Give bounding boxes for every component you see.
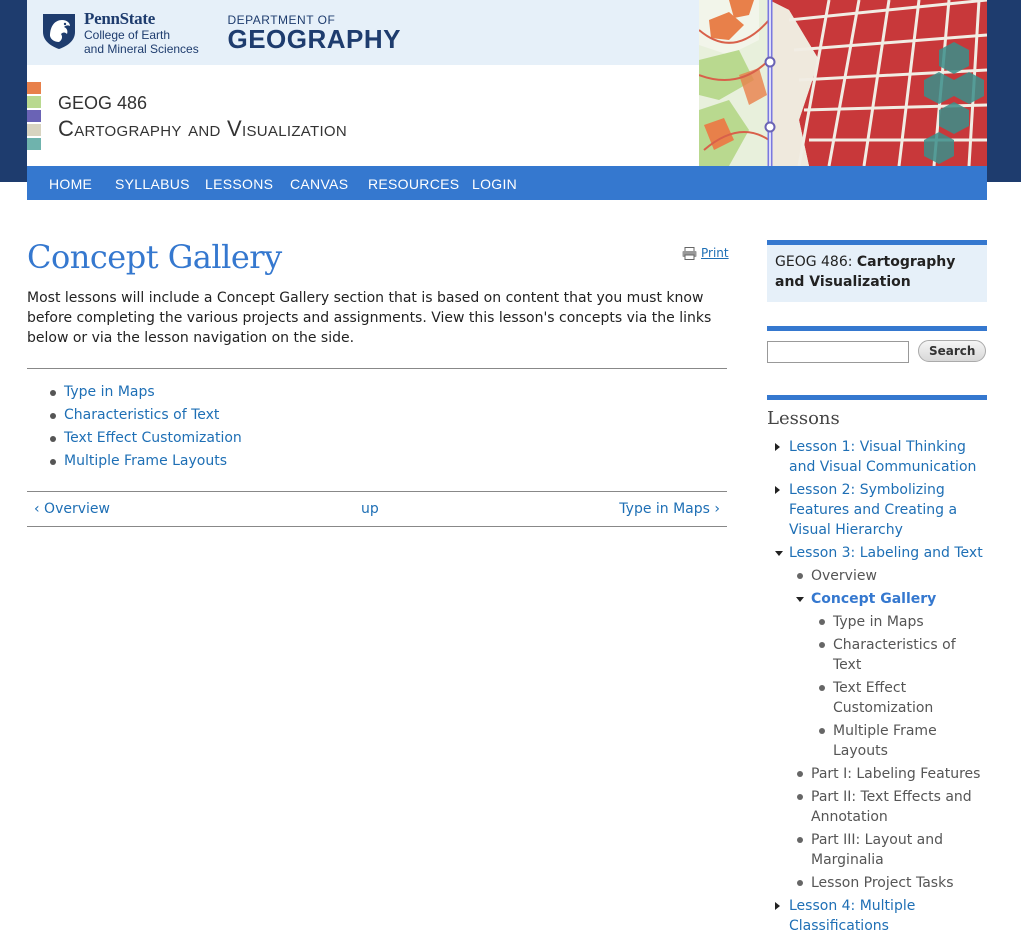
lessons-heading: Lessons — [767, 408, 840, 429]
lesson-item-3: Lesson 3: Labeling and Text Overview Con… — [767, 543, 987, 893]
sidebar-course-prefix: GEOG 486: — [775, 254, 857, 270]
swatch-teal — [27, 138, 41, 150]
list-item: Text Effect Customization — [49, 427, 727, 450]
lesson-3-part1-item: Part I: Labeling Features — [789, 764, 987, 784]
print-link[interactable]: Print — [682, 246, 729, 260]
lesson-3-part2-link[interactable]: Part II: Text Effects and Annotation — [811, 789, 972, 825]
concept-link-type-in-maps[interactable]: Type in Maps — [64, 384, 155, 400]
gallery-child-link-characteristics-of-text[interactable]: Characteristics of Text — [833, 637, 956, 673]
search-input[interactable] — [767, 341, 909, 363]
gallery-child-link-multiple-frame-layouts[interactable]: Multiple Frame Layouts — [833, 723, 937, 759]
lesson-3-part3-item: Part III: Layout and Marginalia — [789, 830, 987, 870]
sidebar-course-block: GEOG 486: Cartography and Visualization — [767, 240, 987, 302]
list-item: Characteristics of Text — [49, 404, 727, 427]
bullet-icon — [819, 619, 825, 625]
course-title: Cartography and Visualization — [58, 116, 348, 141]
search-button[interactable]: Search — [918, 340, 987, 362]
lesson-3-concept-gallery-item: Concept Gallery Type in Maps Characteris… — [789, 589, 987, 761]
sidebar: GEOG 486: Cartography and Visualization … — [767, 240, 987, 939]
gallery-child-item: Multiple Frame Layouts — [811, 721, 987, 761]
swatch-purple — [27, 110, 41, 122]
sidebar-lessons-block: Lessons Lesson 1: Visual Thinking and Vi… — [767, 395, 987, 936]
lesson-3-part3-link[interactable]: Part III: Layout and Marginalia — [811, 832, 943, 868]
lesson-navigation-tree: Lesson 1: Visual Thinking and Visual Com… — [767, 437, 987, 936]
concept-list: Type in Maps Characteristics of Text Tex… — [27, 381, 727, 473]
lesson-link-2[interactable]: Lesson 2: Symbolizing Features and Creat… — [789, 482, 957, 538]
swatch-orange — [27, 82, 41, 94]
gallery-child-item: Text Effect Customization — [811, 678, 987, 718]
concept-links-section: Type in Maps Characteristics of Text Tex… — [27, 368, 727, 473]
nav-login[interactable]: LOGIN — [472, 176, 517, 192]
bullet-icon — [797, 573, 803, 579]
gallery-child-item: Type in Maps — [811, 612, 987, 632]
college-name-line2: and Mineral Sciences — [84, 42, 199, 56]
site-header: PennState College of Earth and Mineral S… — [27, 0, 987, 166]
lesson-item-4: Lesson 4: Multiple Classifications — [767, 896, 987, 936]
lesson-3-children: Overview Concept Gallery Type in Maps Ch… — [789, 566, 987, 893]
lesson-3-concept-gallery-link[interactable]: Concept Gallery — [811, 591, 936, 607]
lesson-link-1[interactable]: Lesson 1: Visual Thinking and Visual Com… — [789, 439, 976, 475]
main-navigation: HOME SYLLABUS LESSONS CANVAS RESOURCES L… — [27, 166, 987, 200]
print-label: Print — [701, 246, 729, 260]
list-item: Type in Maps — [49, 381, 727, 404]
page-title: Concept Gallery — [27, 238, 282, 276]
penn-state-shield-logo — [43, 14, 75, 49]
printer-icon — [682, 246, 697, 260]
gallery-child-item: Characteristics of Text — [811, 635, 987, 675]
bullet-icon — [819, 728, 825, 734]
nav-home[interactable]: HOME — [49, 176, 92, 192]
swatch-green — [27, 96, 41, 108]
concept-link-multiple-frame-layouts[interactable]: Multiple Frame Layouts — [64, 453, 227, 469]
lesson-item-2: Lesson 2: Symbolizing Features and Creat… — [767, 480, 987, 540]
sidebar-course-title: GEOG 486: Cartography and Visualization — [767, 245, 987, 302]
lesson-3-part1-link[interactable]: Part I: Labeling Features — [811, 766, 980, 782]
bullet-icon — [819, 642, 825, 648]
department-link[interactable]: DEPARTMENT OF GEOGRAPHY — [227, 14, 401, 52]
gallery-child-link-type-in-maps[interactable]: Type in Maps — [833, 614, 924, 630]
department-name: GEOGRAPHY — [227, 24, 401, 54]
lesson-3-tasks-item: Lesson Project Tasks — [789, 873, 987, 893]
collapsed-arrow-icon[interactable] — [775, 902, 780, 910]
color-swatches — [27, 82, 41, 152]
header-map-illustration — [699, 0, 987, 166]
nav-resources[interactable]: RESOURCES — [368, 176, 459, 192]
gallery-child-link-text-effect-customization[interactable]: Text Effect Customization — [833, 680, 933, 716]
pager-up-link[interactable]: up — [361, 501, 379, 517]
lesson-item-1: Lesson 1: Visual Thinking and Visual Com… — [767, 437, 987, 477]
concept-gallery-children: Type in Maps Characteristics of Text Tex… — [811, 612, 987, 761]
bullet-icon — [797, 771, 803, 777]
expanded-arrow-icon[interactable] — [796, 597, 804, 602]
lesson-3-overview-item: Overview — [789, 566, 987, 586]
lesson-link-4[interactable]: Lesson 4: Multiple Classifications — [789, 898, 915, 934]
collapsed-arrow-icon[interactable] — [775, 443, 780, 451]
lesson-3-tasks-link[interactable]: Lesson Project Tasks — [811, 875, 954, 891]
university-name: PennState — [84, 9, 155, 28]
course-code: GEOG 486 — [58, 93, 148, 113]
lesson-3-overview-link[interactable]: Overview — [811, 568, 877, 584]
bullet-icon — [797, 837, 803, 843]
list-item: Multiple Frame Layouts — [49, 450, 727, 473]
header-branding-bar: PennState College of Earth and Mineral S… — [27, 0, 699, 65]
lesson-3-part2-item: Part II: Text Effects and Annotation — [789, 787, 987, 827]
sidebar-search-block: Search — [767, 326, 987, 371]
book-pager: ‹ Overview up Type in Maps › — [27, 491, 727, 527]
expanded-arrow-icon[interactable] — [775, 551, 783, 556]
swatch-beige — [27, 124, 41, 136]
bullet-icon — [797, 880, 803, 886]
pager-next-link[interactable]: Type in Maps › — [619, 501, 720, 517]
intro-paragraph: Most lessons will include a Concept Gall… — [27, 290, 712, 346]
nav-canvas[interactable]: CANVAS — [290, 176, 348, 192]
nav-syllabus[interactable]: SYLLABUS — [115, 176, 190, 192]
lesson-link-3[interactable]: Lesson 3: Labeling and Text — [789, 545, 983, 561]
concept-link-text-effect-customization[interactable]: Text Effect Customization — [64, 430, 242, 446]
collapsed-arrow-icon[interactable] — [775, 486, 780, 494]
nav-lessons[interactable]: LESSONS — [205, 176, 273, 192]
pager-previous-link[interactable]: ‹ Overview — [34, 501, 110, 517]
college-name-line1: College of Earth — [84, 28, 171, 42]
concept-link-characteristics-of-text[interactable]: Characteristics of Text — [64, 407, 219, 423]
bullet-icon — [819, 685, 825, 691]
bullet-icon — [797, 794, 803, 800]
